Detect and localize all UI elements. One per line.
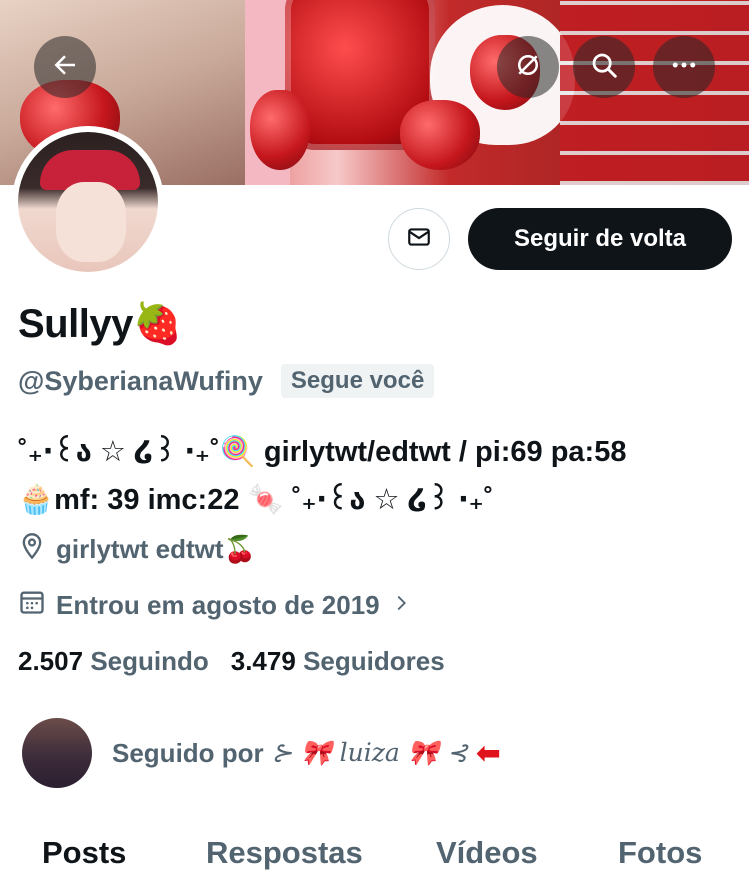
bio-line: 🧁mf: 39 imc:22 🍬 ˚₊‧꒰ა ☆ ໒꒱ ‧₊˚ [18, 484, 494, 516]
red-arrow-annotation: ⬅ [475, 736, 501, 770]
more-button[interactable] [653, 36, 715, 98]
follows-you-badge: Segue você [280, 364, 435, 398]
arrow-left-icon [50, 50, 80, 85]
calendar-icon [18, 588, 46, 623]
tab-fotos[interactable]: Fotos [618, 835, 702, 871]
follower-avatar [22, 718, 92, 788]
followers-label: Seguidores [303, 646, 445, 676]
followed-by-row[interactable]: Seguido por ⊱ 🎀 luiza 🎀 ⊰ ⬅ [22, 718, 501, 788]
tab-videos[interactable]: Vídeos [436, 835, 538, 871]
grok-icon [513, 50, 543, 85]
chevron-right-icon [390, 590, 412, 621]
tab-posts[interactable]: Posts [42, 835, 126, 871]
followers-count: 3.479 [230, 646, 296, 676]
tab-respostas[interactable]: Respostas [206, 835, 363, 871]
location-text: girlytwt edtwt🍒 [56, 534, 256, 564]
followed-by-name: ⊱ 🎀 luiza 🎀 ⊰ [271, 738, 468, 767]
avatar-face [56, 182, 126, 262]
followed-by-text: Seguido por ⊱ 🎀 luiza 🎀 ⊰ ⬅ [112, 736, 501, 771]
joined-text: Entrou em agosto de 2019 [56, 590, 380, 620]
banner-strawberry [250, 90, 310, 170]
profile-tabs: Posts Respostas Vídeos Fotos [0, 820, 749, 886]
joined-row[interactable]: Entrou em agosto de 2019 [18, 588, 412, 623]
more-icon [669, 50, 699, 85]
profile-bio: ˚₊‧꒰ა ☆ ໒꒱ ‧₊˚🍭 girlytwt/edtwt / pi:69 p… [18, 428, 738, 524]
avatar-image [18, 132, 158, 272]
handle-row: @SyberianaWufiny Segue você [18, 364, 435, 398]
username-handle: @SyberianaWufiny [18, 365, 263, 396]
banner-strawberry [400, 100, 480, 170]
following-link[interactable]: 2.507 Seguindo [18, 646, 209, 677]
follow-stats: 2.507 Seguindo 3.479 Seguidores [18, 646, 445, 677]
followers-link[interactable]: 3.479 Seguidores [231, 646, 445, 677]
search-button[interactable] [573, 36, 635, 98]
message-button[interactable] [388, 208, 450, 270]
display-name: Sullyy🍓 [18, 302, 183, 346]
grok-button[interactable] [497, 36, 559, 98]
followed-by-label: Seguido por [112, 737, 264, 768]
envelope-icon [406, 224, 432, 255]
back-button[interactable] [34, 36, 96, 98]
follow-back-button[interactable]: Seguir de volta [468, 208, 732, 270]
bio-line: ˚₊‧꒰ა ☆ ໒꒱ ‧₊˚🍭 girlytwt/edtwt / pi:69 p… [18, 436, 627, 468]
location-pin-icon [18, 532, 46, 567]
search-icon [589, 50, 619, 85]
location-row: girlytwt edtwt🍒 [18, 532, 256, 567]
profile-avatar[interactable] [12, 126, 164, 278]
following-count: 2.507 [18, 646, 84, 676]
following-label: Seguindo [90, 646, 209, 676]
